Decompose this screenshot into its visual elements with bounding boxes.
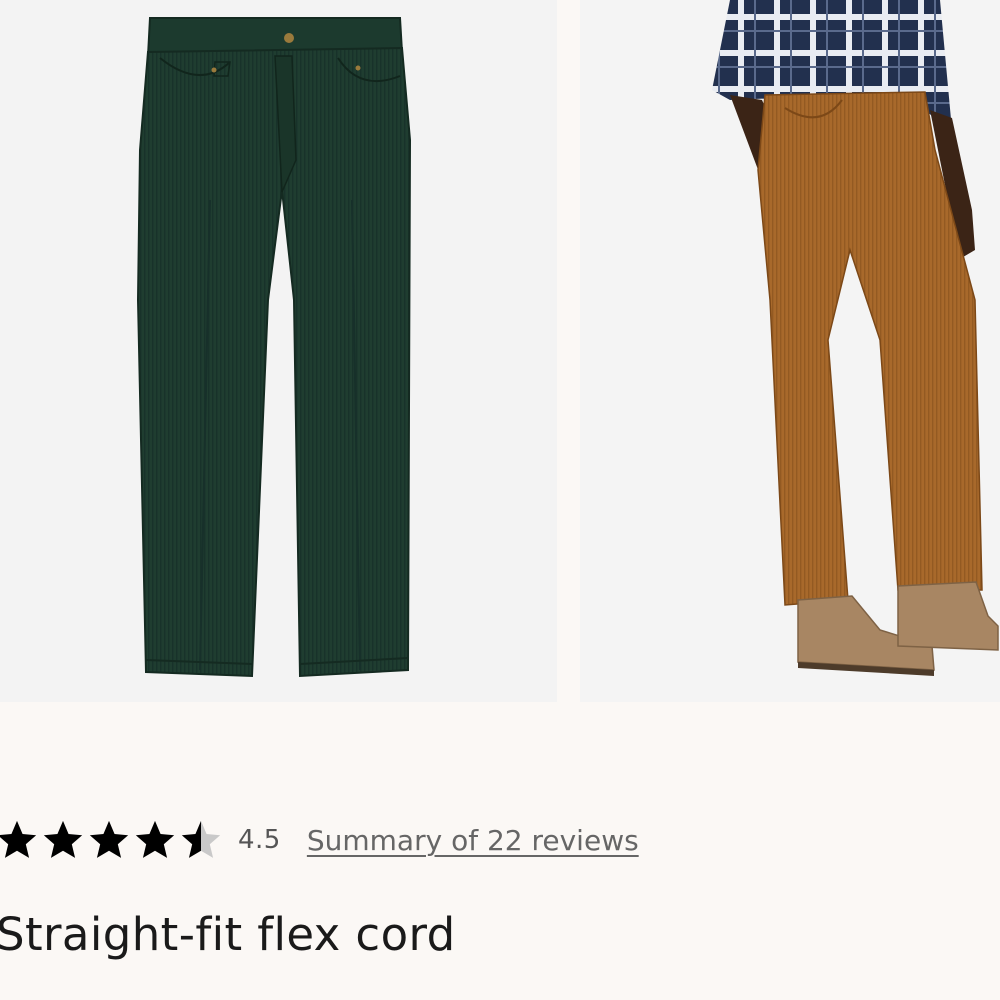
rating-row: 4.5 Summary of 22 reviews [0, 812, 1000, 868]
star-icon [135, 820, 175, 858]
green-pants-illustration [136, 17, 412, 678]
product-image-green-flat[interactable] [0, 0, 557, 702]
half-star-icon [181, 820, 221, 858]
product-image-gallery [0, 0, 1000, 702]
product-title: Straight-fit flex cord [0, 908, 456, 961]
tan-pants-model-illustration [712, 0, 999, 676]
rating-stars [0, 817, 224, 863]
reviews-summary-link[interactable]: Summary of 22 reviews [307, 824, 639, 857]
star-icon [0, 820, 37, 858]
star-icon [43, 820, 83, 858]
product-image-tan-model[interactable] [580, 0, 1000, 702]
rating-value: 4.5 [238, 825, 281, 855]
star-icon [89, 820, 129, 858]
